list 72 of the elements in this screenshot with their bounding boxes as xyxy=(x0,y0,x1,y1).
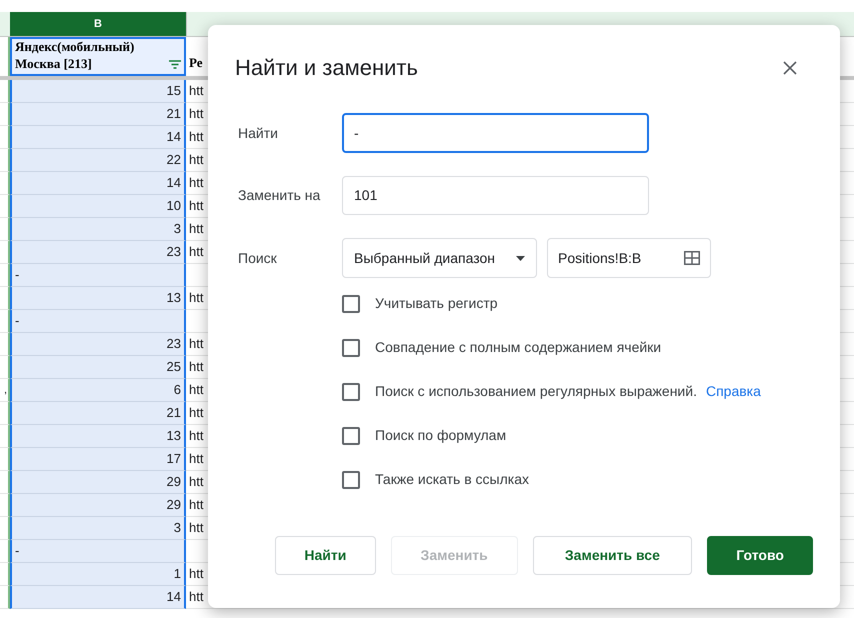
table-cell-text: htt xyxy=(189,496,204,514)
dialog-title: Найти и заменить xyxy=(235,54,418,82)
table-cell-text: 13 xyxy=(166,427,181,446)
table-cell-text: htt xyxy=(189,450,204,468)
table-cell-text: htt xyxy=(189,427,204,446)
table-cell-text: htt xyxy=(189,404,204,422)
column-header[interactable]: B xyxy=(10,12,186,36)
table-cell-text: htt xyxy=(189,151,204,170)
input-field[interactable]: - xyxy=(342,113,649,153)
table-cell-text: 6 xyxy=(174,381,181,400)
field-label: Заменить на xyxy=(238,186,322,205)
header-cell-text: Ре xyxy=(189,54,203,72)
table-cell-text: - xyxy=(15,312,20,330)
table-cell-text: 17 xyxy=(166,450,181,468)
close-icon[interactable] xyxy=(783,60,797,74)
table-cell-text: htt xyxy=(189,335,204,354)
table-cell-text: 23 xyxy=(166,335,181,354)
help-link[interactable]: Справка xyxy=(706,381,761,402)
input-field[interactable]: 101 xyxy=(342,176,649,215)
table-cell-text: htt xyxy=(189,519,204,538)
table-cell-text: 14 xyxy=(166,174,181,192)
table-cell-text: 23 xyxy=(166,243,181,262)
table-cell-text: htt xyxy=(189,197,204,216)
table-cell-text: 29 xyxy=(166,473,181,492)
table-cell-text: 14 xyxy=(166,128,181,146)
option-label: Также искать в ссылках xyxy=(375,470,529,489)
dialog-button[interactable]: Готово xyxy=(707,536,813,575)
checkbox[interactable] xyxy=(342,426,360,444)
option-label: Совпадение с полным содержанием ячейки xyxy=(375,338,662,357)
table-cell-text: htt xyxy=(189,128,204,146)
table-cell-text: - xyxy=(15,266,20,284)
range-field[interactable]: Positions!B:B xyxy=(547,238,711,278)
table-cell-text: 29 xyxy=(166,496,181,514)
table-cell-text: 21 xyxy=(166,404,181,422)
table-cell-text: htt xyxy=(189,82,204,100)
grid-icon[interactable] xyxy=(684,251,700,265)
table-cell-text: 15 xyxy=(166,82,181,100)
option-label: Поиск с использованием регулярных выражений. xyxy=(375,382,697,401)
checkbox[interactable] xyxy=(342,294,360,312)
table-cell-text: htt xyxy=(189,105,204,124)
table-cell-text: htt xyxy=(189,358,204,376)
field-label: Найти xyxy=(238,124,279,142)
table-cell-text: htt xyxy=(189,220,204,238)
table-cell-text: 25 xyxy=(166,358,181,376)
table-cell-text: htt xyxy=(189,381,204,400)
table-cell-text: 13 xyxy=(166,289,181,308)
table-cell-text: 14 xyxy=(166,588,181,606)
table-cell-text: 3 xyxy=(174,220,181,238)
header-cell: Яндекс(мобильный) Москва [213] xyxy=(15,38,134,72)
table-cell-text: - xyxy=(15,542,20,560)
checkbox[interactable] xyxy=(342,382,360,400)
table-cell-text: htt xyxy=(189,473,204,492)
scope-dropdown[interactable]: Выбранный диапазон xyxy=(342,238,537,278)
table-cell-text: htt xyxy=(189,588,204,606)
checkbox[interactable] xyxy=(342,338,360,356)
table-cell-text: htt xyxy=(189,243,204,262)
caret-icon xyxy=(516,256,525,260)
table-cell-text: htt xyxy=(189,289,204,308)
table-cell-text: htt xyxy=(189,565,204,584)
filter-icon[interactable] xyxy=(169,60,181,69)
option-label: Поиск по формулам xyxy=(375,426,506,445)
table-cell-text: 10 xyxy=(166,197,181,216)
dialog-button[interactable]: Заменить все xyxy=(532,536,692,575)
table-cell-text: 21 xyxy=(166,105,181,124)
option-label: Учитывать регистр xyxy=(375,294,498,313)
checkbox[interactable] xyxy=(342,470,360,488)
table-cell-text: htt xyxy=(189,174,204,192)
table-cell-text: 22 xyxy=(166,151,181,170)
table-cell-text: 3 xyxy=(174,519,181,538)
dialog-button[interactable]: Найти xyxy=(275,536,376,575)
table-cell-text: 1 xyxy=(174,565,181,584)
field-label: Поиск xyxy=(238,248,278,268)
